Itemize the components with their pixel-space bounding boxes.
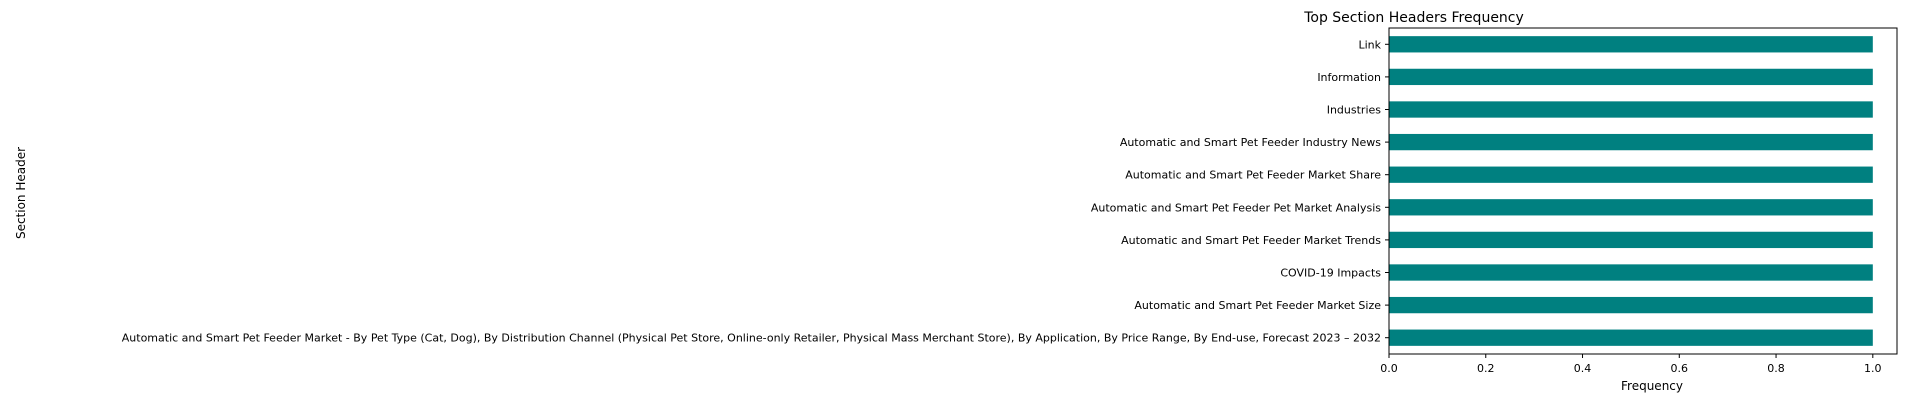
x-axis: 0.0 0.2 0.4 0.6 0.8 1.0 <box>1380 354 1882 375</box>
y-tick-label: Automatic and Smart Pet Feeder Pet Marke… <box>1091 201 1381 214</box>
x-tick-label: 0.6 <box>1671 362 1689 375</box>
y-axis-label: Section Header <box>14 147 28 239</box>
bar <box>1389 199 1873 216</box>
bar <box>1389 101 1873 118</box>
y-tick-label: Automatic and Smart Pet Feeder Market - … <box>122 332 1381 345</box>
bar <box>1389 231 1873 249</box>
y-tick-label: Automatic and Smart Pet Feeder Market Si… <box>1134 299 1381 312</box>
bar <box>1389 166 1873 183</box>
plot-area <box>1389 36 1873 346</box>
y-axis: Automatic and Smart Pet Feeder Market - … <box>122 38 1389 345</box>
chart-title: Top Section Headers Frequency <box>1303 10 1524 26</box>
x-tick-label: 0.2 <box>1477 362 1495 375</box>
x-tick-label: 0.0 <box>1380 362 1398 375</box>
bar <box>1389 296 1873 314</box>
bar <box>1389 36 1873 53</box>
y-tick-label: COVID-19 Impacts <box>1280 267 1381 280</box>
bar <box>1389 329 1873 346</box>
y-tick-label: Industries <box>1327 104 1382 117</box>
y-tick-label: Link <box>1358 38 1381 51</box>
bar <box>1389 133 1873 151</box>
y-tick-label: Automatic and Smart Pet Feeder Industry … <box>1120 136 1381 149</box>
x-tick-label: 0.8 <box>1767 362 1785 375</box>
bar <box>1389 68 1873 86</box>
x-axis-label: Frequency <box>1621 379 1683 393</box>
x-tick-label: 0.4 <box>1574 362 1592 375</box>
chart-container: Top Section Headers Frequency 0.0 0.2 0.4 0… <box>0 0 1913 402</box>
y-tick-label: Automatic and Smart Pet Feeder Market Tr… <box>1121 234 1381 247</box>
bar-chart: Top Section Headers Frequency 0.0 0.2 0.4 0… <box>14 10 1898 393</box>
x-tick-label: 1.0 <box>1864 362 1882 375</box>
y-tick-label: Information <box>1317 71 1381 84</box>
y-tick-label: Automatic and Smart Pet Feeder Market Sh… <box>1125 169 1381 182</box>
bar <box>1389 264 1873 281</box>
